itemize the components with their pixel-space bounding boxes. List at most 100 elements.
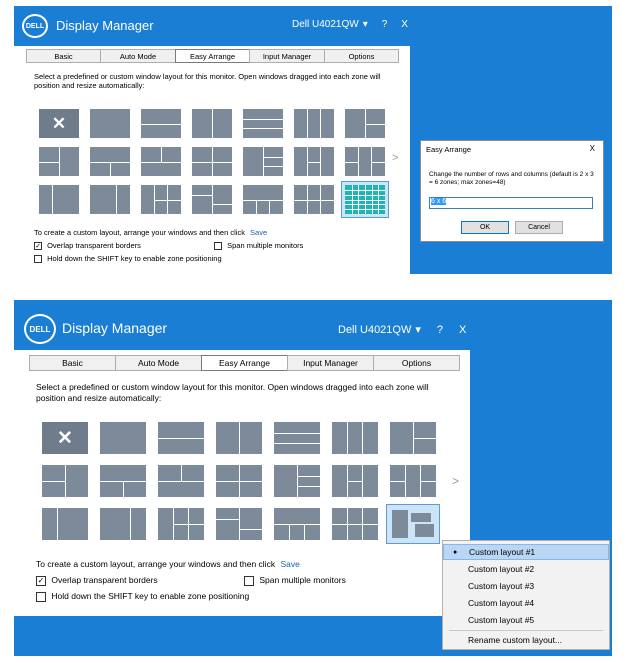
layout-tile[interactable]: [90, 147, 130, 176]
overlap-checkbox[interactable]: ✓: [36, 575, 46, 586]
custom-layout-tile[interactable]: [390, 508, 436, 540]
span-checkbox[interactable]: [244, 575, 254, 586]
layout-tile[interactable]: [158, 508, 204, 540]
ok-button[interactable]: OK: [461, 221, 509, 234]
layout-tile[interactable]: [216, 465, 262, 497]
bottom-window: DELL Display Manager Dell U4021QW ▾ ? X …: [14, 300, 470, 616]
layout-tile[interactable]: [332, 422, 378, 454]
layout-tile[interactable]: [100, 465, 146, 497]
custom-layout-item-2[interactable]: Custom layout #2: [443, 561, 609, 577]
selected-bullet-icon: ●: [453, 548, 458, 556]
rename-custom-layout-item[interactable]: Rename custom layout...: [443, 632, 609, 648]
span-option[interactable]: Span multiple monitors: [244, 575, 346, 586]
grid-6x6-tile[interactable]: [345, 185, 385, 214]
zone-divider: [420, 481, 436, 482]
zone-divider: [216, 481, 262, 482]
layout-tile[interactable]: [274, 508, 320, 540]
grid-line: [345, 209, 385, 211]
layout-tile[interactable]: [294, 185, 334, 214]
layout-tile[interactable]: [158, 422, 204, 454]
zone-divider: [192, 161, 232, 163]
custom-layout-item-1[interactable]: ● Custom layout #1: [443, 544, 609, 560]
custom-layout-item-5[interactable]: Custom layout #5: [443, 612, 609, 628]
layout-tile[interactable]: [243, 185, 283, 214]
layout-tile[interactable]: [100, 508, 146, 540]
layout-tile[interactable]: [216, 422, 262, 454]
layout-tile[interactable]: [345, 109, 385, 138]
span-checkbox[interactable]: [214, 242, 222, 251]
shift-label: Hold down the SHIFT key to enable zone p…: [51, 591, 250, 601]
cancel-button[interactable]: Cancel: [515, 221, 563, 234]
layout-tile[interactable]: [192, 185, 232, 214]
layout-tile[interactable]: [42, 508, 88, 540]
overlap-option[interactable]: ✓ Overlap transparent borders: [34, 241, 141, 251]
layout-tile[interactable]: [243, 147, 283, 176]
layout-tile[interactable]: [332, 465, 378, 497]
shift-option[interactable]: Hold down the SHIFT key to enable zone p…: [36, 591, 249, 602]
layout-tile[interactable]: [332, 508, 378, 540]
save-link[interactable]: Save: [280, 559, 299, 569]
layout-tile[interactable]: [345, 147, 385, 176]
custom-zone: [410, 512, 432, 523]
layout-tile[interactable]: [39, 147, 79, 176]
zone-divider: [65, 465, 66, 497]
layout-tile[interactable]: [100, 422, 146, 454]
close-icon: ✕: [57, 427, 73, 449]
layout-tile[interactable]: [243, 109, 283, 138]
layout-tile[interactable]: [390, 465, 436, 497]
layout-tile[interactable]: [141, 185, 181, 214]
layout-tile[interactable]: [274, 465, 320, 497]
zone-divider: [269, 199, 271, 214]
shift-label: Hold down the SHIFT key to enable zone p…: [47, 254, 222, 263]
no-layout-tile[interactable]: ✕: [42, 422, 88, 454]
zone-divider: [173, 524, 204, 525]
layout-tile[interactable]: [274, 422, 320, 454]
span-option[interactable]: Span multiple monitors: [214, 241, 303, 251]
dialog-close-button[interactable]: X: [590, 144, 595, 153]
layout-tile[interactable]: [216, 508, 262, 540]
layout-tile[interactable]: [141, 147, 181, 176]
custom-zone: [392, 509, 409, 539]
save-link[interactable]: Save: [250, 228, 267, 237]
layout-tile[interactable]: [390, 422, 436, 454]
easy-arrange-dialog: Easy Arrange X Change the number of rows…: [420, 140, 604, 242]
layout-tile[interactable]: [90, 109, 130, 138]
zone-divider: [141, 123, 181, 125]
layout-tile[interactable]: [294, 147, 334, 176]
zones-input[interactable]: 6 x 6: [429, 197, 593, 209]
custom-layout-item-3[interactable]: Custom layout #3: [443, 578, 609, 594]
zone-divider: [239, 422, 240, 454]
layout-tile[interactable]: [39, 185, 79, 214]
overlap-label: Overlap transparent borders: [51, 575, 158, 585]
overlap-option[interactable]: ✓ Overlap transparent borders: [36, 575, 158, 586]
zone-divider: [263, 156, 283, 158]
top-window: DELL Display Manager Dell U4021QW ▾ ? X …: [14, 6, 410, 274]
zone-divider: [307, 161, 321, 163]
custom-layout-text: To create a custom layout, arrange your …: [34, 228, 245, 237]
layout-tile[interactable]: [158, 465, 204, 497]
zone-divider: [243, 128, 283, 130]
layout-tile[interactable]: [192, 109, 232, 138]
custom-layout-item-4[interactable]: Custom layout #4: [443, 595, 609, 611]
overlap-checkbox[interactable]: ✓: [34, 242, 42, 251]
layout-tile[interactable]: [141, 109, 181, 138]
next-layouts-arrow[interactable]: >: [452, 474, 459, 488]
shift-option[interactable]: Hold down the SHIFT key to enable zone p…: [34, 254, 222, 264]
layout-tile[interactable]: [192, 147, 232, 176]
layout-tile[interactable]: [90, 185, 130, 214]
custom-layout-menu: ● Custom layout #1 Custom layout #2 Custom …: [442, 540, 610, 650]
layout-tile[interactable]: [294, 109, 334, 138]
next-layouts-arrow[interactable]: >: [392, 152, 398, 164]
zone-divider: [158, 481, 204, 482]
shift-checkbox[interactable]: [36, 591, 46, 602]
zone-divider: [212, 185, 213, 214]
zone-divider: [141, 161, 181, 163]
custom-zone: [415, 524, 434, 537]
zone-divider: [154, 199, 181, 201]
zone-divider: [116, 185, 118, 214]
zone-divider: [304, 524, 306, 540]
zone-divider: [413, 438, 436, 439]
shift-checkbox[interactable]: [34, 255, 42, 264]
layout-tile[interactable]: [42, 465, 88, 497]
no-layout-tile[interactable]: ✕: [39, 109, 79, 138]
